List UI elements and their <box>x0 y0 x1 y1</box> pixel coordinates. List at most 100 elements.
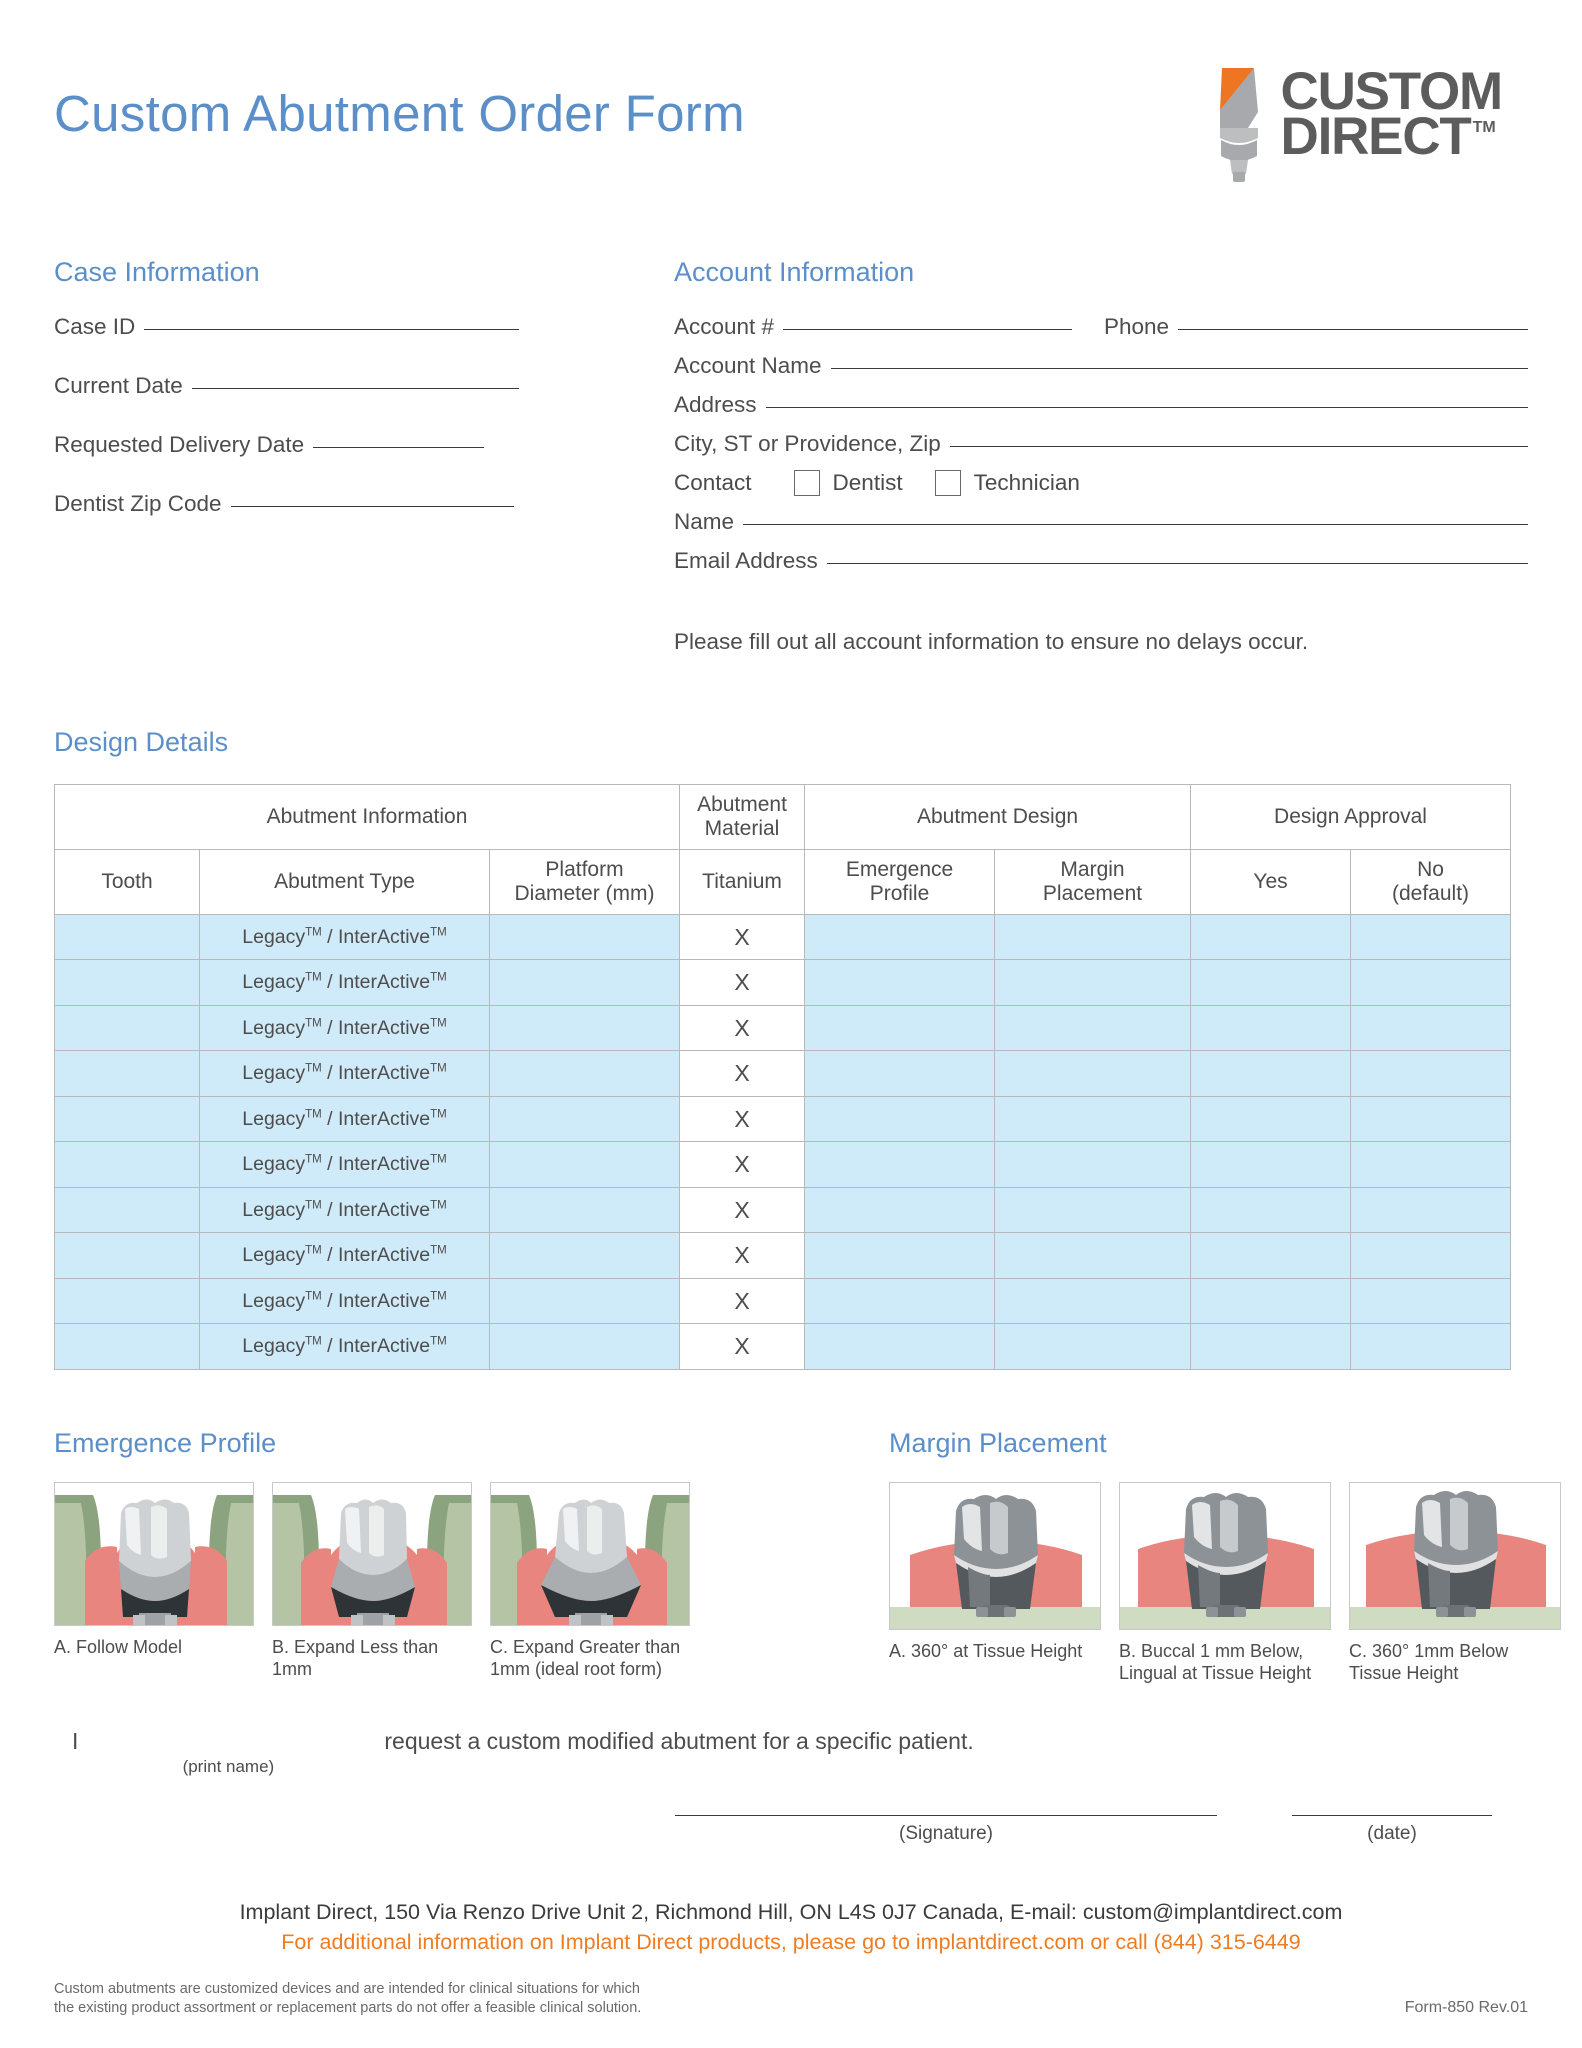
cell-approval-yes[interactable] <box>1190 1232 1352 1279</box>
phone-field[interactable]: Phone <box>1104 314 1528 340</box>
table-row[interactable]: LegacyTM / InterActiveTM X <box>54 1141 1512 1188</box>
cell-tooth[interactable] <box>54 1004 200 1052</box>
contact-name-field[interactable]: Name <box>674 509 1528 535</box>
account-name-field[interactable]: Account Name <box>674 353 1528 379</box>
cell-margin-placement[interactable] <box>994 913 1192 961</box>
date-field[interactable]: (date) <box>1292 1814 1492 1845</box>
cell-platform-diameter[interactable] <box>488 1141 681 1188</box>
cell-tooth[interactable] <box>54 1232 200 1279</box>
cell-approval-no[interactable] <box>1350 1323 1512 1370</box>
cell-tooth[interactable] <box>54 913 200 961</box>
cell-emergence-profile[interactable] <box>804 1050 996 1097</box>
cell-approval-yes[interactable] <box>1190 1186 1352 1234</box>
cell-approval-no[interactable] <box>1350 1232 1512 1279</box>
cell-platform-diameter[interactable] <box>488 913 681 961</box>
table-row[interactable]: LegacyTM / InterActiveTM X <box>54 1004 1512 1052</box>
cell-emergence-profile[interactable] <box>804 1186 996 1234</box>
cell-margin-placement[interactable] <box>994 1095 1192 1143</box>
case-id-field[interactable]: Case ID <box>54 314 674 340</box>
cell-approval-yes[interactable] <box>1190 959 1352 1006</box>
table-row[interactable]: LegacyTM / InterActiveTM X <box>54 1277 1512 1325</box>
cell-platform-diameter[interactable] <box>488 1323 681 1370</box>
cell-platform-diameter[interactable] <box>488 1050 681 1097</box>
cell-approval-yes[interactable] <box>1190 913 1352 961</box>
cell-tooth[interactable] <box>54 1050 200 1097</box>
cell-tooth[interactable] <box>54 1095 200 1143</box>
margin-placement-option-a[interactable]: A. 360° at Tissue Height <box>889 1481 1101 1685</box>
cell-approval-no[interactable] <box>1350 1141 1512 1188</box>
cell-platform-diameter[interactable] <box>488 1004 681 1052</box>
contact-name-input[interactable] <box>743 524 1528 525</box>
table-row[interactable]: LegacyTM / InterActiveTM X <box>54 913 1512 961</box>
cell-margin-placement[interactable] <box>994 1186 1192 1234</box>
cell-margin-placement[interactable] <box>994 1232 1192 1279</box>
cell-platform-diameter[interactable] <box>488 1232 681 1279</box>
table-row[interactable]: LegacyTM / InterActiveTM X <box>54 959 1512 1006</box>
cell-approval-yes[interactable] <box>1190 1323 1352 1370</box>
table-row[interactable]: LegacyTM / InterActiveTM X <box>54 1323 1512 1370</box>
current-date-input[interactable] <box>191 388 519 389</box>
cell-approval-yes[interactable] <box>1190 1277 1352 1325</box>
cell-tooth[interactable] <box>54 1141 200 1188</box>
requested-delivery-date-input[interactable] <box>313 447 484 448</box>
account-name-input[interactable] <box>830 368 1528 369</box>
cell-margin-placement[interactable] <box>994 1323 1192 1370</box>
cell-approval-no[interactable] <box>1350 1277 1512 1325</box>
cell-margin-placement[interactable] <box>994 959 1192 1006</box>
cell-emergence-profile[interactable] <box>804 1095 996 1143</box>
requested-delivery-date-field[interactable]: Requested Delivery Date <box>54 432 674 458</box>
email-address-input[interactable] <box>826 563 1528 564</box>
cell-emergence-profile[interactable] <box>804 1004 996 1052</box>
cell-margin-placement[interactable] <box>994 1141 1192 1188</box>
emergence-profile-option-a[interactable]: A. Follow Model <box>54 1481 254 1681</box>
emergence-profile-option-b[interactable]: B. Expand Less than 1mm <box>272 1481 472 1681</box>
cell-emergence-profile[interactable] <box>804 1277 996 1325</box>
signature-input[interactable] <box>675 1814 1217 1816</box>
dentist-checkbox[interactable] <box>793 470 820 496</box>
current-date-field[interactable]: Current Date <box>54 373 674 399</box>
cell-approval-no[interactable] <box>1350 1095 1512 1143</box>
phone-input[interactable] <box>1178 329 1528 330</box>
cell-margin-placement[interactable] <box>994 1277 1192 1325</box>
cell-platform-diameter[interactable] <box>488 1277 681 1325</box>
cell-platform-diameter[interactable] <box>488 959 681 1006</box>
technician-checkbox[interactable] <box>934 470 961 496</box>
cell-approval-no[interactable] <box>1350 913 1512 961</box>
cell-tooth[interactable] <box>54 1277 200 1325</box>
margin-placement-option-c[interactable]: C. 360° 1mm Below Tissue Height <box>1349 1481 1561 1685</box>
account-number-input[interactable] <box>783 329 1072 330</box>
table-row[interactable]: LegacyTM / InterActiveTM X <box>54 1186 1512 1234</box>
emergence-profile-option-c[interactable]: C. Expand Greater than 1mm (ideal root f… <box>490 1481 690 1681</box>
cell-platform-diameter[interactable] <box>488 1186 681 1234</box>
table-row[interactable]: LegacyTM / InterActiveTM X <box>54 1232 1512 1279</box>
cell-approval-no[interactable] <box>1350 1186 1512 1234</box>
address-field[interactable]: Address <box>674 392 1528 418</box>
cell-emergence-profile[interactable] <box>804 913 996 961</box>
table-row[interactable]: LegacyTM / InterActiveTM X <box>54 1095 1512 1143</box>
signature-field[interactable]: (Signature) <box>675 1814 1217 1845</box>
cell-approval-no[interactable] <box>1350 959 1512 1006</box>
dentist-zip-code-input[interactable] <box>230 506 514 507</box>
cell-emergence-profile[interactable] <box>804 959 996 1006</box>
cell-approval-no[interactable] <box>1350 1050 1512 1097</box>
cell-emergence-profile[interactable] <box>804 1232 996 1279</box>
address-input[interactable] <box>765 407 1528 408</box>
cell-tooth[interactable] <box>54 1323 200 1370</box>
cell-margin-placement[interactable] <box>994 1050 1192 1097</box>
city-state-zip-field[interactable]: City, ST or Providence, Zip <box>674 431 1528 457</box>
cell-tooth[interactable] <box>54 1186 200 1234</box>
dentist-zip-code-field[interactable]: Dentist Zip Code <box>54 491 674 517</box>
case-id-input[interactable] <box>144 329 519 330</box>
cell-tooth[interactable] <box>54 959 200 1006</box>
cell-approval-no[interactable] <box>1350 1004 1512 1052</box>
date-input[interactable] <box>1292 1814 1492 1816</box>
cell-approval-yes[interactable] <box>1190 1004 1352 1052</box>
cell-approval-yes[interactable] <box>1190 1141 1352 1188</box>
cell-margin-placement[interactable] <box>994 1004 1192 1052</box>
cell-emergence-profile[interactable] <box>804 1323 996 1370</box>
cell-platform-diameter[interactable] <box>488 1095 681 1143</box>
table-row[interactable]: LegacyTM / InterActiveTM X <box>54 1050 1512 1097</box>
cell-approval-yes[interactable] <box>1190 1050 1352 1097</box>
margin-placement-option-b[interactable]: B. Buccal 1 mm Below, Lingual at Tissue … <box>1119 1481 1331 1685</box>
account-number-field[interactable]: Account # <box>674 314 1104 340</box>
